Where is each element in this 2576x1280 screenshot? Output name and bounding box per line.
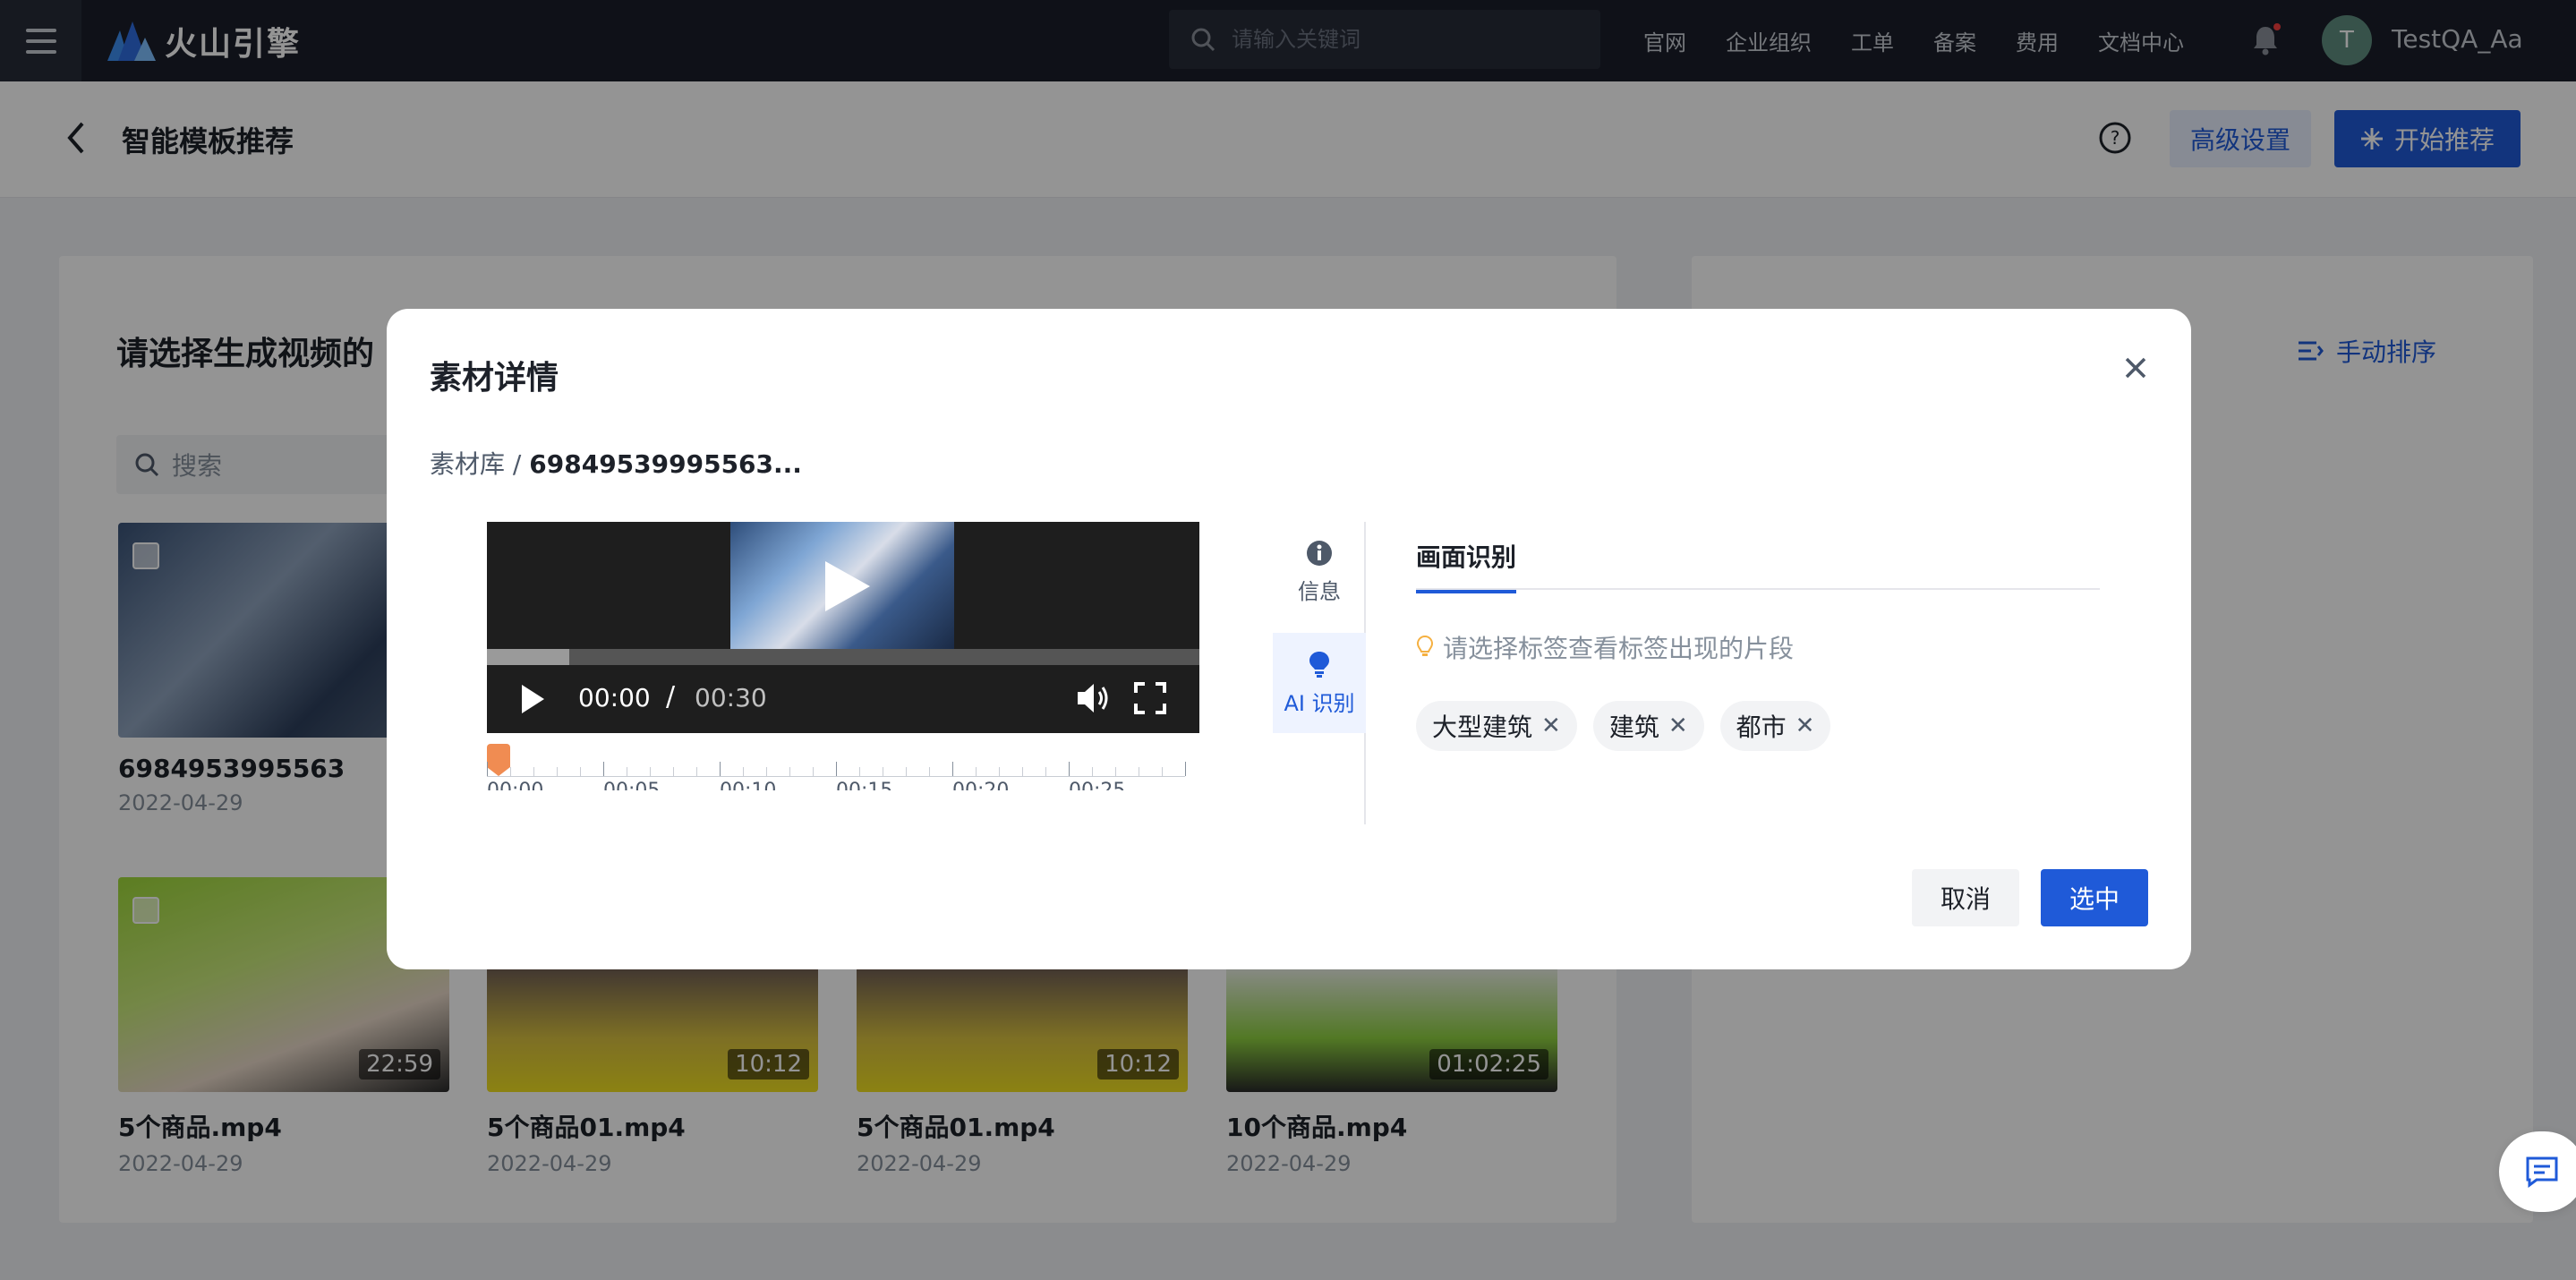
breadcrumb-separator: / — [512, 449, 522, 479]
side-tabs: 信息 AI 识别 — [1273, 522, 1366, 824]
close-icon[interactable]: ✕ — [1668, 713, 1688, 739]
tag-label: 都市 — [1736, 713, 1787, 742]
feedback-button[interactable] — [2499, 1131, 2576, 1212]
timeline-tick — [557, 767, 558, 776]
timeline-tick — [766, 767, 767, 776]
timeline-tick — [533, 767, 534, 776]
timeline-tick — [999, 767, 1000, 776]
lightbulb-icon — [1416, 635, 1434, 656]
timeline-label: 00:15 — [836, 780, 892, 790]
fullscreen-icon[interactable] — [1133, 681, 1167, 719]
timeline-tick — [1069, 762, 1070, 776]
timeline-tick — [650, 767, 651, 776]
breadcrumb: 素材库 / 69849539995563... — [430, 445, 802, 481]
timeline-label: 00:10 — [720, 780, 776, 790]
player-controls: 00:00 / 00:30 — [487, 665, 1199, 733]
timeline-tick — [929, 767, 930, 776]
timeline-tick — [976, 767, 977, 776]
current-time: 00:00 — [578, 683, 651, 713]
time-separator: / — [666, 681, 676, 713]
tag-chip[interactable]: 大型建筑 ✕ — [1416, 701, 1577, 751]
timeline-tick — [487, 762, 488, 776]
info-icon — [1307, 540, 1332, 566]
timeline-axis — [487, 776, 1185, 777]
tag-chip[interactable]: 建筑 ✕ — [1592, 701, 1704, 751]
tag-hint: 请选择标签查看标签出现的片段 — [1416, 629, 1794, 665]
timeline-tick — [1185, 762, 1186, 776]
tag-label: 建筑 — [1608, 713, 1659, 742]
timeline-tick — [720, 762, 721, 776]
close-icon[interactable]: ✕ — [1796, 713, 1815, 739]
video-player[interactable]: 00:00 / 00:30 — [487, 522, 1199, 733]
timeline-tick — [906, 767, 907, 776]
tag-list: 大型建筑 ✕ 建筑 ✕ 都市 ✕ — [1416, 701, 1831, 751]
timeline-tick — [673, 767, 674, 776]
side-tab-info[interactable]: 信息 — [1273, 522, 1366, 622]
timeline-tick — [1162, 767, 1163, 776]
timeline-tick — [836, 762, 837, 776]
modal-title: 素材详情 — [430, 360, 559, 397]
select-button[interactable]: 选中 — [2041, 869, 2148, 926]
total-time: 00:30 — [695, 683, 767, 713]
timeline-tick — [813, 767, 814, 776]
side-tab-ai-label: AI 识别 — [1284, 690, 1355, 716]
tag-chip[interactable]: 都市 ✕ — [1719, 701, 1831, 751]
timeline-label: 00:25 — [1069, 780, 1125, 790]
timeline-tick — [952, 762, 953, 776]
cancel-button[interactable]: 取消 — [1912, 869, 2019, 926]
recognition-tabs: 画面识别 — [1416, 522, 2100, 593]
timeline[interactable]: 00:00 00:05 00:10 00:15 00:20 00:25 — [487, 740, 1199, 790]
side-tab-info-label: 信息 — [1298, 578, 1341, 604]
bulb-icon — [1309, 651, 1329, 678]
tag-hint-text: 请选择标签查看标签出现的片段 — [1443, 634, 1795, 663]
volume-icon[interactable] — [1076, 681, 1112, 719]
timeline-tick — [1092, 767, 1093, 776]
play-overlay-icon[interactable] — [822, 559, 872, 617]
breadcrumb-current: 69849539995563... — [529, 449, 802, 479]
timeline-tick — [580, 767, 581, 776]
material-detail-modal: 素材详情 素材库 / 69849539995563... 00:00 / 00:… — [387, 309, 2191, 969]
video-progress-bar[interactable] — [487, 649, 1199, 665]
side-tab-ai[interactable]: AI 识别 — [1273, 633, 1366, 733]
close-icon[interactable]: ✕ — [1541, 713, 1561, 739]
chat-icon — [2526, 1156, 2558, 1188]
timeline-tick — [1115, 767, 1116, 776]
video-progress-fill — [487, 649, 570, 665]
timeline-tick — [510, 767, 511, 776]
timeline-tick — [789, 767, 790, 776]
timeline-tick — [743, 767, 744, 776]
timeline-tick — [859, 767, 860, 776]
timeline-tick — [1045, 767, 1046, 776]
timeline-label: 00:05 — [603, 780, 660, 790]
tag-label: 大型建筑 — [1432, 713, 1533, 742]
timeline-playhead[interactable] — [487, 744, 510, 776]
timeline-tick — [1022, 767, 1023, 776]
breadcrumb-root[interactable]: 素材库 — [430, 449, 505, 479]
timeline-label: 00:20 — [952, 780, 1009, 790]
timeline-label: 00:00 — [487, 780, 543, 790]
play-icon[interactable] — [519, 683, 546, 719]
timeline-tick — [603, 762, 604, 776]
timeline-tick — [696, 767, 697, 776]
close-icon[interactable] — [2120, 352, 2152, 388]
tab-scene-recognition[interactable]: 画面识别 — [1416, 538, 1517, 593]
